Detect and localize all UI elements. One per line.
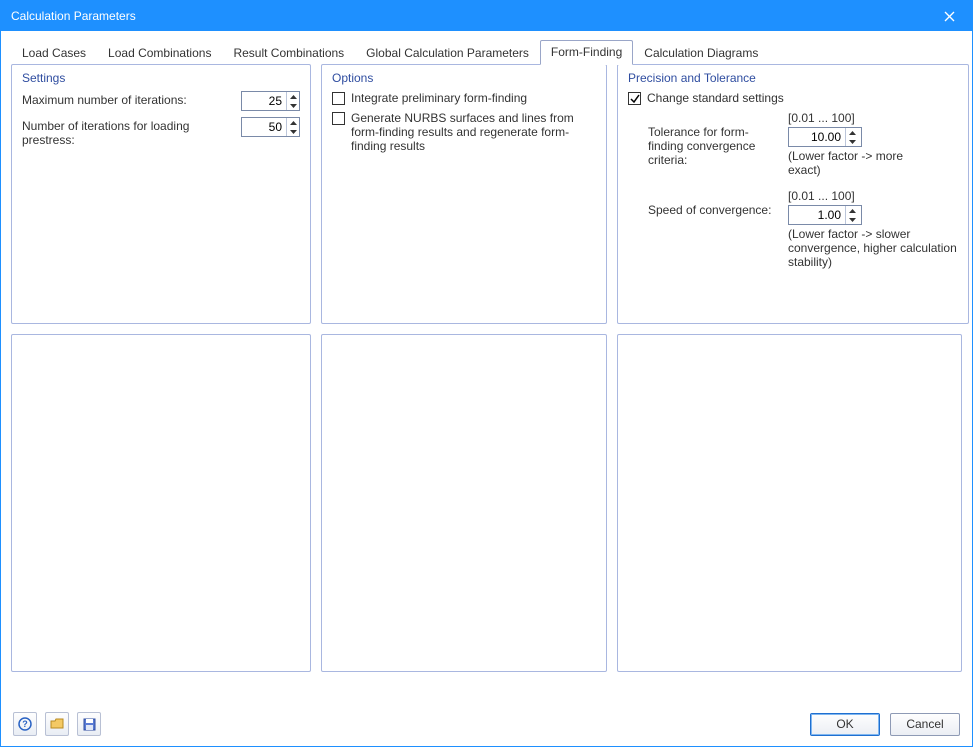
options-panel: Options Integrate preliminary form-findi… [321,64,607,324]
max-iterations-spinner[interactable] [241,91,300,111]
speed-label: Speed of convergence: [648,189,778,217]
spinner-down-icon[interactable] [846,215,858,224]
tolerance-input[interactable] [789,128,845,146]
empty-panel-2 [321,334,607,672]
help-button[interactable]: ? [13,712,37,736]
cancel-button[interactable]: Cancel [890,713,960,736]
tab-result-combinations[interactable]: Result Combinations [222,41,355,65]
spinner-down-icon[interactable] [846,137,858,146]
integrate-preliminary-label: Integrate preliminary form-finding [351,91,596,105]
window-title: Calculation Parameters [11,9,136,23]
settings-legend: Settings [22,71,300,85]
tab-load-cases[interactable]: Load Cases [11,41,97,65]
settings-panel: Settings Maximum number of iterations: N… [11,64,311,324]
change-standard-settings-checkbox[interactable]: Change standard settings [628,91,958,105]
svg-text:?: ? [22,719,28,729]
options-legend: Options [332,71,596,85]
integrate-preliminary-checkbox[interactable]: Integrate preliminary form-finding [332,91,596,105]
prestress-iterations-label: Number of iterations for loading prestre… [22,117,231,147]
empty-panel-3 [617,334,962,672]
spinner-up-icon[interactable] [287,92,299,101]
prestress-iterations-input[interactable] [242,118,286,136]
speed-input[interactable] [789,206,845,224]
tab-load-combinations[interactable]: Load Combinations [97,41,222,65]
spinner-up-icon[interactable] [846,206,858,215]
max-iterations-label: Maximum number of iterations: [22,91,231,107]
generate-nurbs-label: Generate NURBS surfaces and lines from f… [351,111,596,153]
spinner-down-icon[interactable] [287,127,299,136]
close-button[interactable] [934,1,964,31]
tolerance-label: Tolerance for form-finding convergence c… [648,111,778,167]
precision-panel: Precision and Tolerance Change standard … [617,64,969,324]
spinner-up-icon[interactable] [287,118,299,127]
prestress-iterations-spinner[interactable] [241,117,300,137]
spinner-up-icon[interactable] [846,128,858,137]
tab-form-finding[interactable]: Form-Finding [540,40,633,65]
generate-nurbs-checkbox[interactable]: Generate NURBS surfaces and lines from f… [332,111,596,153]
save-button[interactable] [77,712,101,736]
precision-legend: Precision and Tolerance [628,71,958,85]
tab-calculation-diagrams[interactable]: Calculation Diagrams [633,41,769,65]
tolerance-spinner[interactable] [788,127,862,147]
tab-strip: Load Cases Load Combinations Result Comb… [1,31,972,64]
spinner-down-icon[interactable] [287,101,299,110]
speed-hint: (Lower factor -> slower convergence, hig… [788,227,958,269]
ok-button[interactable]: OK [810,713,880,736]
tolerance-range: [0.01 ... 100] [788,111,918,125]
title-bar: Calculation Parameters [1,1,972,31]
speed-range: [0.01 ... 100] [788,189,958,203]
speed-spinner[interactable] [788,205,862,225]
button-bar: ? OK Cancel [1,702,972,746]
change-standard-settings-label: Change standard settings [647,91,958,105]
max-iterations-input[interactable] [242,92,286,110]
open-folder-button[interactable] [45,712,69,736]
empty-panel-1 [11,334,311,672]
tab-global-calculation-parameters[interactable]: Global Calculation Parameters [355,41,540,65]
tolerance-hint: (Lower factor -> more exact) [788,149,918,177]
